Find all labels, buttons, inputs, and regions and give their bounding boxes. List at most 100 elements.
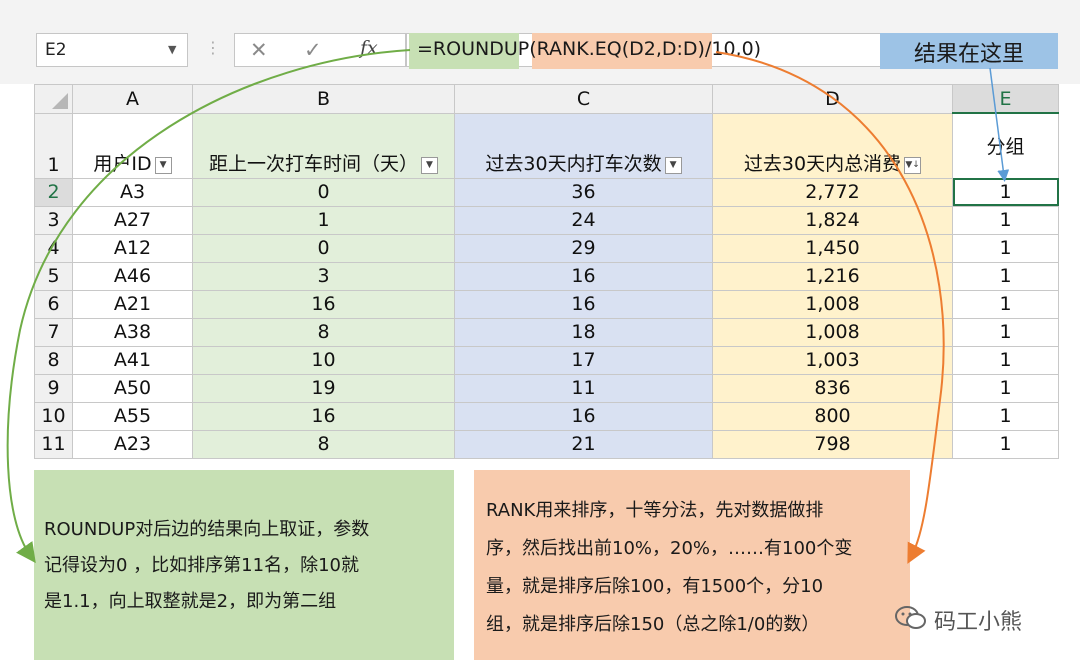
cell-user-id[interactable]: A27 [72,205,193,235]
cell-user-id[interactable]: A21 [72,289,193,319]
cell-ride-count[interactable]: 16 [454,401,713,431]
cell-total-spend[interactable]: 800 [712,401,953,431]
cell-user-id[interactable]: A23 [72,429,193,459]
cell-days-since[interactable]: 0 [192,233,455,263]
cell-days-since[interactable]: 0 [192,177,455,207]
header-label: 距上一次打车时间（天） [208,152,418,175]
filter-dropdown-icon[interactable]: ▼ [664,156,682,174]
row-header[interactable]: 10 [34,401,73,431]
row-header[interactable]: 6 [34,289,73,319]
cell-group[interactable]: 1 [952,373,1059,403]
cell-days-since[interactable]: 19 [192,373,455,403]
cell-ride-count[interactable]: 11 [454,373,713,403]
name-box[interactable]: E2 [36,33,188,67]
header-label: 过去30天内总消费 [743,152,902,175]
sort-desc-filter-icon[interactable]: ▼↓ [904,156,922,174]
select-all-corner[interactable] [34,84,73,114]
column-header-c[interactable]: C [454,84,713,114]
cell-ride-count[interactable]: 16 [454,261,713,291]
rank-note: RANK用来排序，十等分法，先对数据做排 序，然后找出前10%，20%，……有1… [474,470,910,660]
row-header[interactable]: 5 [34,261,73,291]
note-line: ROUNDUP对后边的结果向上取证，参数 [44,519,370,540]
cell-days-since[interactable]: 8 [192,317,455,347]
check-icon[interactable]: ✓ [304,38,322,62]
header-cell-user-id[interactable]: 用户ID ▼ [72,112,193,179]
formula-part-rank: RANK.EQ(D2,D:D)/10 [536,38,736,60]
cell-total-spend[interactable]: 2,772 [712,177,953,207]
cell-user-id[interactable]: A50 [72,373,193,403]
cell-total-spend[interactable]: 1,008 [712,289,953,319]
cell-group[interactable]: 1 [952,345,1059,375]
column-header-d[interactable]: D [712,84,953,114]
drag-handle-icon[interactable]: ⋮ [205,38,221,57]
cell-ride-count[interactable]: 17 [454,345,713,375]
column-header-b[interactable]: B [192,84,455,114]
cell-total-spend[interactable]: 1,008 [712,317,953,347]
cell-group[interactable]: 1 [952,177,1059,207]
table-row: 9 A50 19 11 836 1 [34,373,1059,403]
header-cell-days-since[interactable]: 距上一次打车时间（天） ▼ [192,112,455,179]
roundup-note: ROUNDUP对后边的结果向上取证，参数 记得设为0 ，比如排序第11名，除10… [34,470,454,660]
cell-group[interactable]: 1 [952,233,1059,263]
cell-total-spend[interactable]: 1,450 [712,233,953,263]
cell-user-id[interactable]: A41 [72,345,193,375]
cell-user-id[interactable]: A46 [72,261,193,291]
row-header[interactable]: 2 [34,177,73,207]
row-header-1[interactable]: 1 [34,112,73,179]
cell-days-since[interactable]: 3 [192,261,455,291]
row-header[interactable]: 7 [34,317,73,347]
table-row: 5 A46 3 16 1,216 1 [34,261,1059,291]
column-header-e[interactable]: E [952,84,1059,114]
spreadsheet-grid: A B C D E 1 用户ID ▼ 距上一次打车时间（天） ▼ 过去30天内打车次… [34,84,1059,459]
fx-icon[interactable]: fx [360,37,378,59]
cell-total-spend[interactable]: 1,824 [712,205,953,235]
cell-group[interactable]: 1 [952,289,1059,319]
row-header[interactable]: 9 [34,373,73,403]
cell-days-since[interactable]: 10 [192,345,455,375]
formula-text[interactable]: =ROUNDUP(RANK.EQ(D2,D:D)/10,0) [417,38,761,60]
cell-days-since[interactable]: 16 [192,289,455,319]
cancel-icon[interactable]: ✕ [250,38,268,62]
table-row: 6 A21 16 16 1,008 1 [34,289,1059,319]
cell-days-since[interactable]: 8 [192,429,455,459]
chevron-down-icon[interactable]: ▼ [168,43,176,56]
cell-user-id[interactable]: A3 [72,177,193,207]
watermark-text: 码工小熊 [934,610,1023,635]
cell-group[interactable]: 1 [952,429,1059,459]
cell-user-id[interactable]: A55 [72,401,193,431]
row-header[interactable]: 4 [34,233,73,263]
cell-total-spend[interactable]: 1,003 [712,345,953,375]
header-cell-total-spend[interactable]: 过去30天内总消费 ▼↓ [712,112,953,179]
note-line: 记得设为0 ，比如排序第11名，除10就 [44,555,359,576]
table-row: 10 A55 16 16 800 1 [34,401,1059,431]
header-cell-group[interactable]: 分组 [952,112,1059,179]
header-label: 用户ID [93,152,152,175]
cell-ride-count[interactable]: 36 [454,177,713,207]
row-header[interactable]: 8 [34,345,73,375]
cell-ride-count[interactable]: 18 [454,317,713,347]
cell-days-since[interactable]: 1 [192,205,455,235]
cell-ride-count[interactable]: 21 [454,429,713,459]
result-callout: 结果在这里 [880,33,1058,69]
table-row: 2 A3 0 36 2,772 1 [34,177,1059,207]
cell-group[interactable]: 1 [952,401,1059,431]
filter-dropdown-icon[interactable]: ▼ [421,156,438,174]
cell-total-spend[interactable]: 1,216 [712,261,953,291]
cell-group[interactable]: 1 [952,317,1059,347]
cell-total-spend[interactable]: 836 [712,373,953,403]
row-header[interactable]: 3 [34,205,73,235]
cell-user-id[interactable]: A12 [72,233,193,263]
cell-group[interactable]: 1 [952,205,1059,235]
cell-user-id[interactable]: A38 [72,317,193,347]
column-header-a[interactable]: A [72,84,193,114]
cell-ride-count[interactable]: 16 [454,289,713,319]
row-header[interactable]: 11 [34,429,73,459]
cell-total-spend[interactable]: 798 [712,429,953,459]
cell-days-since[interactable]: 16 [192,401,455,431]
cell-group[interactable]: 1 [952,261,1059,291]
cell-ride-count[interactable]: 29 [454,233,713,263]
filter-dropdown-icon[interactable]: ▼ [154,156,172,174]
formula-part-roundup: =ROUNDUP( [417,38,537,60]
header-cell-ride-count[interactable]: 过去30天内打车次数 ▼ [454,112,713,179]
cell-ride-count[interactable]: 24 [454,205,713,235]
